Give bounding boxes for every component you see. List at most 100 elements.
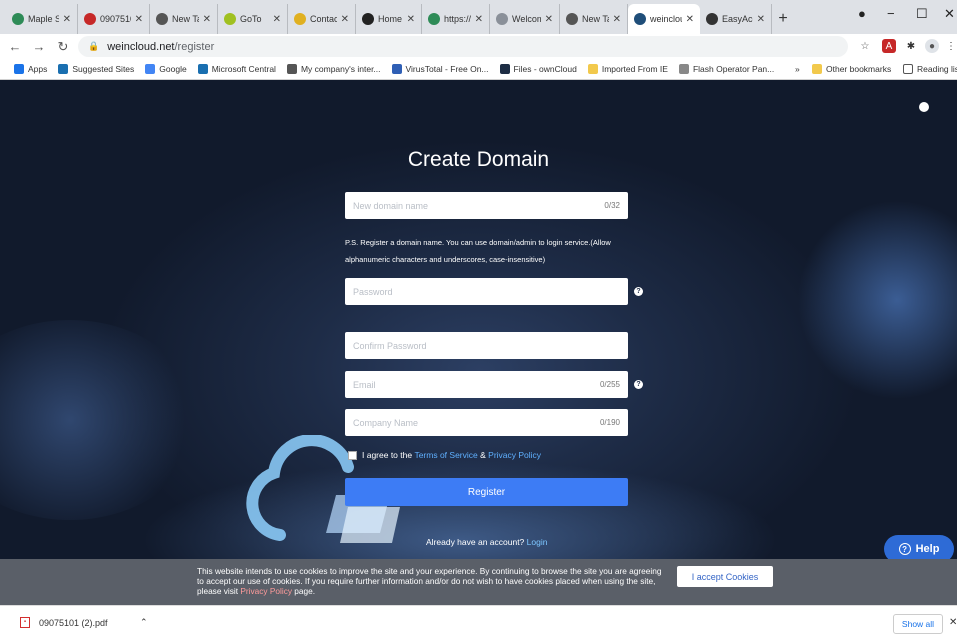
browser-tab[interactable]: Home - ✕ — [356, 4, 422, 34]
cookie-privacy-link[interactable]: Privacy Policy — [240, 586, 292, 596]
url-input[interactable]: 🔒 weincloud.net/register — [78, 36, 848, 57]
tab-label: Home - — [378, 14, 403, 24]
browser-tab[interactable]: weinclou ✕ — [628, 4, 700, 34]
tab-label: Contact — [310, 14, 337, 24]
browser-tab[interactable]: New Tab ✕ — [150, 4, 218, 34]
tab-close-icon[interactable]: ✕ — [475, 14, 483, 25]
bookmark-icon — [587, 64, 598, 74]
login-link[interactable]: Login — [527, 537, 548, 547]
password-input[interactable]: Password — [345, 278, 628, 305]
address-bar-row: ← → ↻ 🔒 weincloud.net/register ☆ A ✱ ● ⋮ — [0, 34, 957, 59]
bookmark-icon — [499, 64, 510, 74]
tab-favicon-icon — [428, 13, 440, 25]
download-bar: ▪ 09075101 (2).pdf ⌃ Show all ✕ — [0, 605, 957, 637]
accept-cookies-button[interactable]: I accept Cookies — [677, 566, 773, 587]
register-button[interactable]: Register — [345, 478, 628, 506]
reload-icon[interactable]: ↻ — [54, 39, 72, 55]
tab-close-icon[interactable]: ✕ — [757, 14, 765, 25]
browser-tab[interactable]: New Tab ✕ — [560, 4, 628, 34]
download-file-name[interactable]: 09075101 (2).pdf — [39, 618, 108, 628]
background-glow — [797, 200, 957, 400]
password-help-icon[interactable]: ? — [634, 287, 643, 296]
bookmark-icon — [145, 64, 156, 74]
tab-close-icon[interactable]: ✕ — [135, 14, 143, 25]
browser-tab[interactable]: GoTo ✕ — [218, 4, 288, 34]
privacy-policy-link[interactable]: Privacy Policy — [488, 450, 541, 460]
company-name-placeholder: Company Name — [353, 417, 419, 428]
confirm-password-input[interactable]: Confirm Password — [345, 332, 628, 359]
tab-close-icon[interactable]: ✕ — [545, 14, 553, 25]
bookmark-item[interactable]: Files - ownCloud — [499, 64, 577, 74]
other-bookmarks[interactable]: Other bookmarks — [812, 64, 891, 74]
domain-hint-text: P.S. Register a domain name. You can use… — [345, 238, 611, 264]
password-placeholder: Password — [353, 286, 393, 297]
bookmark-icon — [678, 64, 689, 74]
login-prompt: Already have an account? Login — [426, 537, 548, 547]
show-all-button[interactable]: Show all — [893, 614, 943, 634]
bookmark-item[interactable]: Flash Operator Pan... — [678, 64, 774, 74]
bookmark-item[interactable]: Microsoft Central — [197, 64, 276, 74]
bookmark-icon — [58, 64, 69, 74]
bookmark-item[interactable]: My company's inter... — [286, 64, 381, 74]
bookmark-item[interactable]: Suggested Sites — [58, 64, 134, 74]
browser-tab[interactable]: Contact ✕ — [288, 4, 356, 34]
account-icon[interactable]: ● — [925, 39, 939, 53]
close-window-icon[interactable]: ✕ — [944, 6, 955, 22]
help-icon: ? — [898, 543, 911, 555]
language-globe-icon[interactable] — [919, 102, 929, 112]
bookmark-item[interactable]: Imported From IE — [587, 64, 668, 74]
tab-label: Welcom — [512, 14, 541, 24]
menu-icon[interactable]: ⋮ — [944, 39, 957, 53]
tab-close-icon[interactable]: ✕ — [686, 14, 694, 25]
company-name-input[interactable]: Company Name 0/190 — [345, 409, 628, 436]
puzzle-icon[interactable]: ✱ — [904, 39, 918, 53]
agree-checkbox[interactable] — [348, 450, 357, 460]
back-icon[interactable]: ← — [6, 39, 24, 54]
chevron-up-icon[interactable]: ⌃ — [140, 617, 148, 628]
email-help-icon[interactable]: ? — [634, 380, 643, 389]
reading-list[interactable]: Reading list — [903, 64, 957, 74]
browser-tab[interactable]: Welcom ✕ — [490, 4, 560, 34]
register-page: Create Domain New domain name 0/32 P.S. … — [0, 80, 957, 605]
cookie-banner: This website intends to use cookies to i… — [0, 559, 957, 605]
domain-name-placeholder: New domain name — [353, 200, 429, 211]
tab-favicon-icon — [706, 13, 718, 25]
tab-close-icon[interactable]: ✕ — [407, 14, 415, 25]
tab-favicon-icon — [84, 13, 96, 25]
bookmark-item[interactable]: Google — [145, 64, 187, 74]
star-icon[interactable]: ☆ — [858, 39, 872, 53]
bookmarks-overflow[interactable]: » — [795, 64, 800, 74]
url-domain: weincloud.net — [107, 40, 175, 53]
browser-tab[interactable]: Maple Sy ✕ — [6, 4, 78, 34]
forward-icon[interactable]: → — [30, 39, 48, 54]
bookmark-icon — [14, 64, 24, 74]
tab-label: EasyAcc — [722, 14, 753, 24]
terms-agreement: I agree to the Terms of Service & Privac… — [348, 450, 541, 460]
bookmark-icon — [197, 64, 208, 74]
close-download-bar-icon[interactable]: ✕ — [949, 617, 957, 628]
tab-label: New Tab — [582, 14, 609, 24]
bookmark-item[interactable]: Apps — [14, 64, 47, 74]
tab-close-icon[interactable]: ✕ — [341, 14, 349, 25]
email-counter: 0/255 — [599, 380, 620, 389]
profile-icon[interactable]: ● — [858, 6, 866, 21]
tab-favicon-icon — [294, 13, 306, 25]
browser-tab[interactable]: https://a ✕ — [422, 4, 490, 34]
minimize-icon[interactable]: − — [887, 6, 895, 21]
bookmark-icon — [286, 64, 297, 74]
domain-name-counter: 0/32 — [604, 201, 620, 210]
browser-tab[interactable]: 0907510 ✕ — [78, 4, 150, 34]
domain-name-input[interactable]: New domain name 0/32 — [345, 192, 628, 219]
maximize-icon[interactable]: ☐ — [916, 6, 928, 22]
tab-close-icon[interactable]: ✕ — [273, 14, 281, 25]
email-input[interactable]: Email 0/255 — [345, 371, 628, 398]
tab-close-icon[interactable]: ✕ — [203, 14, 211, 25]
tab-close-icon[interactable]: ✕ — [613, 14, 621, 25]
bookmark-item[interactable]: VirusTotal - Free On... — [391, 64, 489, 74]
pdf-extension-icon[interactable]: A — [882, 39, 896, 53]
url-path: /register — [174, 40, 215, 53]
browser-tab[interactable]: EasyAcc ✕ — [700, 4, 772, 34]
tab-close-icon[interactable]: ✕ — [63, 14, 71, 25]
new-tab-button[interactable]: + — [772, 4, 794, 34]
terms-of-service-link[interactable]: Terms of Service — [414, 450, 477, 460]
